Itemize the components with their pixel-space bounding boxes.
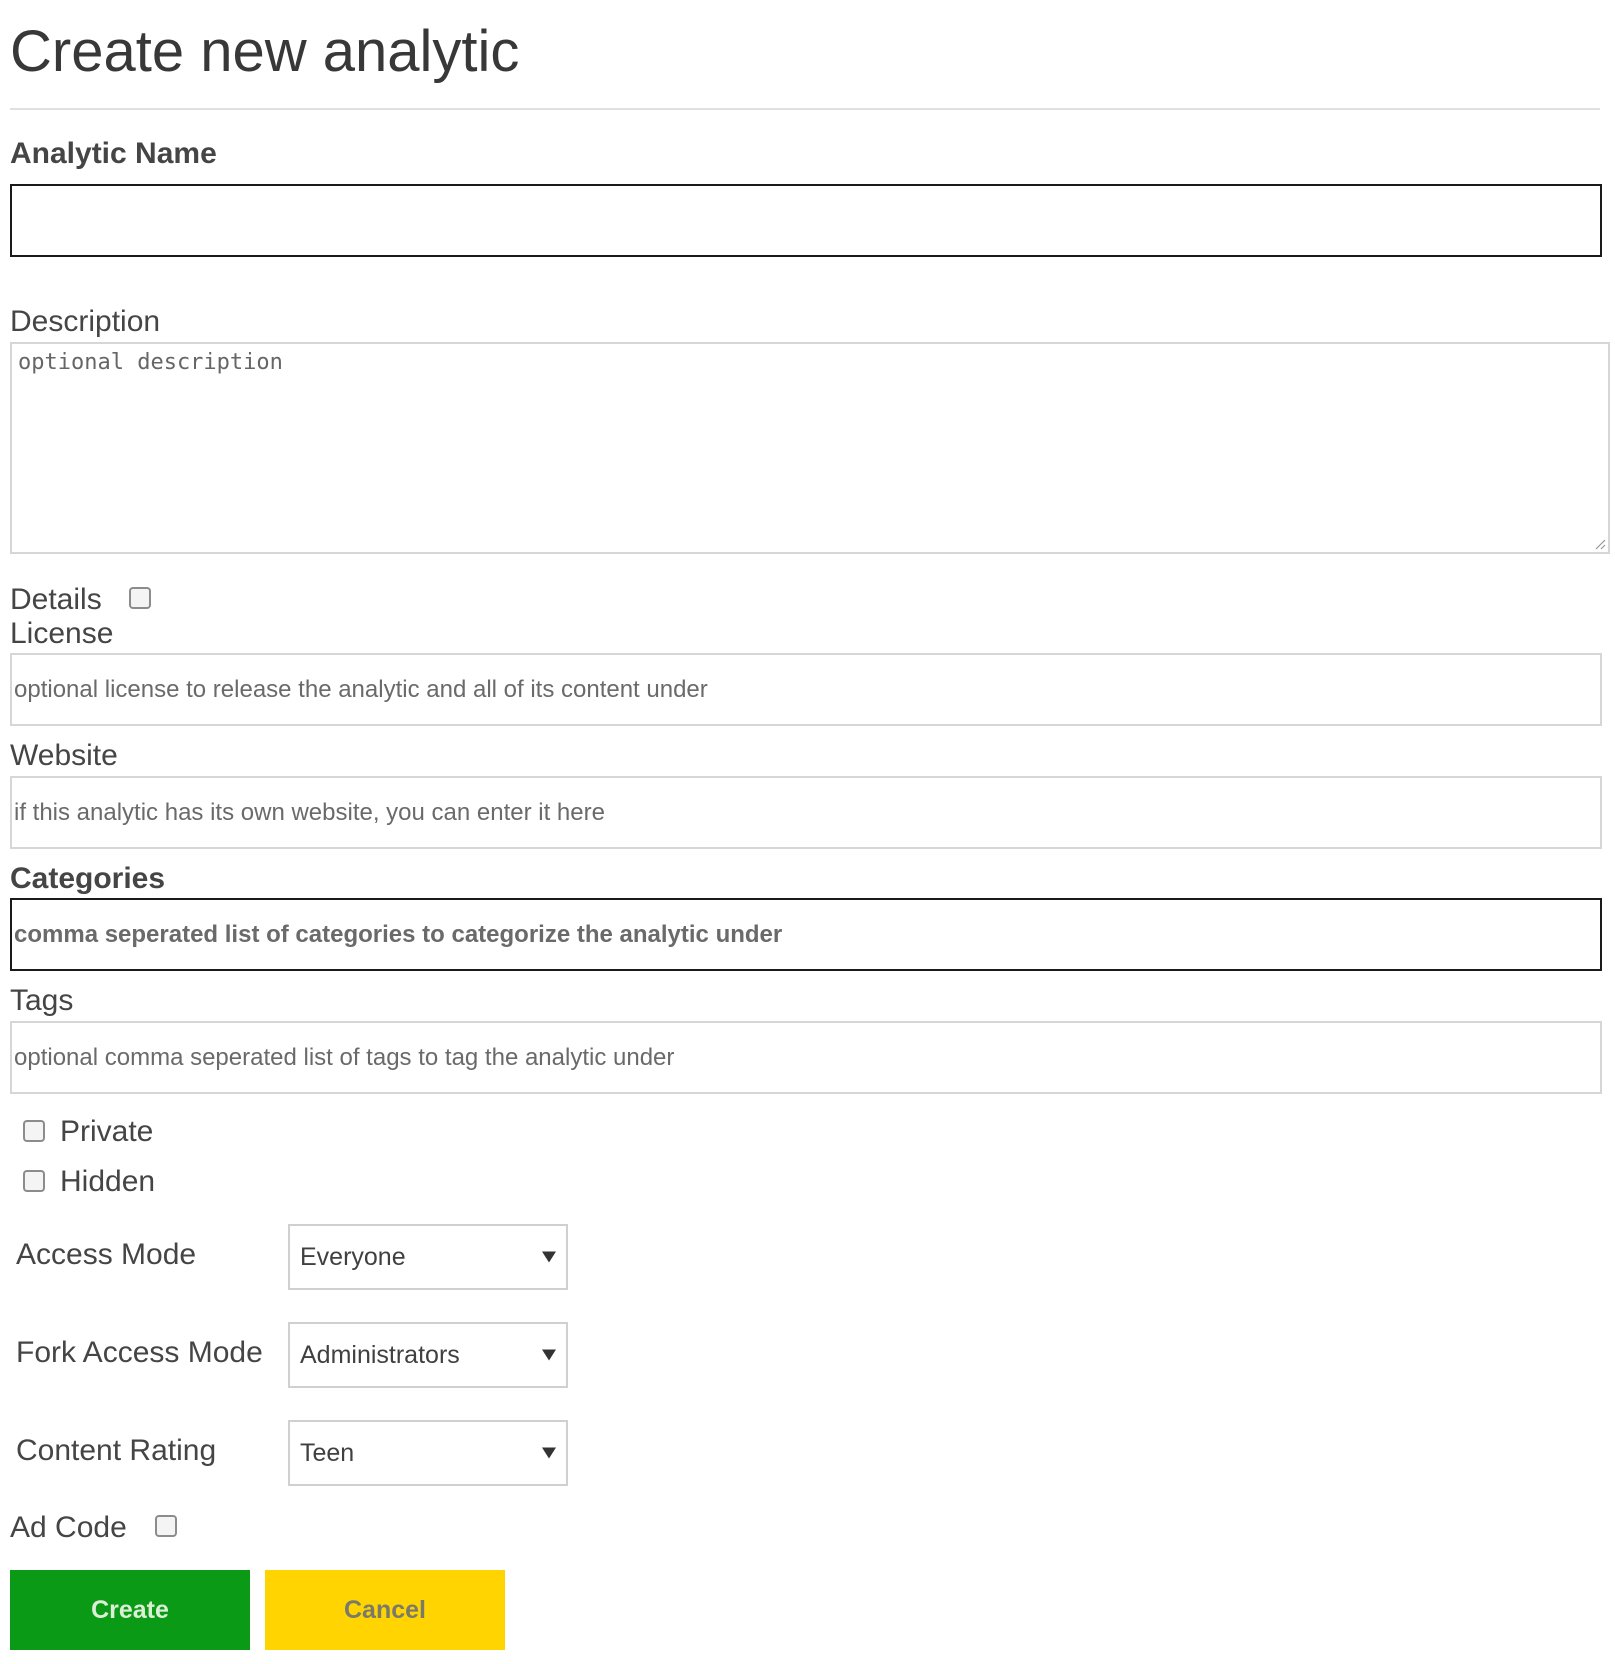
analytic-name-input[interactable] <box>10 184 1602 257</box>
fork-access-mode-value: Administrators <box>300 1340 460 1369</box>
categories-placeholder: comma seperated list of categories to ca… <box>14 920 783 948</box>
website-placeholder: if this analytic has its own website, yo… <box>14 798 605 826</box>
chevron-down-icon <box>542 1251 556 1263</box>
categories-input[interactable]: comma seperated list of categories to ca… <box>10 898 1602 971</box>
details-checkbox[interactable] <box>129 587 151 609</box>
ad-code-checkbox[interactable] <box>155 1515 177 1537</box>
access-mode-select[interactable]: Everyone <box>288 1224 568 1290</box>
fork-access-mode-label: Fork Access Mode <box>16 1336 263 1369</box>
description-textarea[interactable]: optional description <box>10 342 1610 554</box>
access-mode-value: Everyone <box>300 1242 406 1271</box>
access-mode-label: Access Mode <box>16 1238 197 1271</box>
tags-label: Tags <box>10 984 74 1017</box>
description-label: Description <box>10 305 161 338</box>
website-label: Website <box>10 739 118 772</box>
content-rating-label: Content Rating <box>16 1434 217 1467</box>
private-checkbox[interactable] <box>23 1120 45 1142</box>
title-divider <box>10 108 1600 110</box>
license-label: License <box>10 617 114 650</box>
page-title: Create new analytic <box>10 19 520 84</box>
fork-access-mode-select[interactable]: Administrators <box>288 1322 568 1388</box>
website-input[interactable]: if this analytic has its own website, yo… <box>10 776 1602 849</box>
private-label: Private <box>60 1115 154 1148</box>
cancel-button[interactable]: Cancel <box>265 1570 505 1650</box>
tags-input[interactable]: optional comma seperated list of tags to… <box>10 1021 1602 1094</box>
categories-label: Categories <box>10 862 166 895</box>
tags-placeholder: optional comma seperated list of tags to… <box>14 1043 675 1071</box>
analytic-name-label: Analytic Name <box>10 137 217 170</box>
chevron-down-icon <box>542 1349 556 1361</box>
create-button[interactable]: Create <box>10 1570 250 1650</box>
license-placeholder: optional license to release the analytic… <box>14 675 708 703</box>
hidden-checkbox[interactable] <box>23 1170 45 1192</box>
hidden-label: Hidden <box>60 1165 156 1198</box>
description-placeholder: optional description <box>18 350 283 375</box>
license-input[interactable]: optional license to release the analytic… <box>10 653 1602 726</box>
content-rating-select[interactable]: Teen <box>288 1420 568 1486</box>
content-rating-value: Teen <box>300 1438 355 1467</box>
ad-code-label: Ad Code <box>10 1511 127 1544</box>
chevron-down-icon <box>542 1447 556 1459</box>
details-label: Details <box>10 583 102 616</box>
resize-grip-icon[interactable] <box>1594 538 1606 550</box>
